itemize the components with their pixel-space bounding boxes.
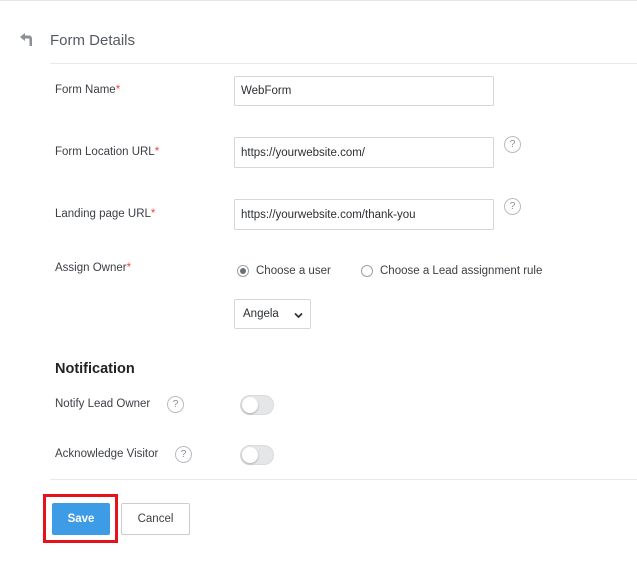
help-icon[interactable]: ? xyxy=(167,396,184,413)
notify-lead-owner-toggle[interactable] xyxy=(240,395,274,415)
footer-divider xyxy=(50,479,637,480)
radio-button-selected[interactable] xyxy=(237,265,249,277)
help-icon[interactable]: ? xyxy=(504,136,521,153)
form-location-url-label: Form Location URL* xyxy=(55,146,159,158)
back-arrow-icon[interactable] xyxy=(17,32,35,48)
radio-choose-user-label: Choose a user xyxy=(256,265,331,277)
owner-select-dropdown[interactable]: Angela xyxy=(234,299,311,329)
radio-lead-assignment-rule-label: Choose a Lead assignment rule xyxy=(380,265,543,277)
landing-page-url-label: Landing page URL* xyxy=(55,208,155,220)
required-mark: * xyxy=(154,146,160,158)
cancel-button[interactable]: Cancel xyxy=(121,503,190,535)
acknowledge-visitor-toggle[interactable] xyxy=(240,445,274,465)
help-icon[interactable]: ? xyxy=(175,446,192,463)
toggle-knob xyxy=(242,397,258,413)
save-button[interactable]: Save xyxy=(52,503,110,535)
page-title: Form Details xyxy=(50,32,136,49)
required-mark: * xyxy=(115,84,121,96)
radio-lead-assignment-rule[interactable]: Choose a Lead assignment rule xyxy=(361,262,542,280)
header-divider xyxy=(50,63,637,64)
radio-button-unselected[interactable] xyxy=(361,265,373,277)
form-location-url-label-text: Form Location URL xyxy=(55,146,155,158)
assign-owner-label: Assign Owner* xyxy=(55,262,131,274)
form-name-label-text: Form Name xyxy=(55,84,116,96)
form-name-input[interactable] xyxy=(234,76,494,106)
chevron-down-icon xyxy=(294,312,303,319)
toggle-knob xyxy=(242,447,258,463)
notification-section-title: Notification xyxy=(55,361,135,377)
notify-lead-owner-label: Notify Lead Owner xyxy=(55,398,151,410)
form-name-label: Form Name* xyxy=(55,84,120,96)
top-border xyxy=(0,0,637,1)
help-icon[interactable]: ? xyxy=(504,198,521,215)
owner-select-value: Angela xyxy=(243,308,279,320)
form-location-url-input[interactable] xyxy=(234,137,494,168)
landing-page-url-label-text: Landing page URL xyxy=(55,208,151,220)
required-mark: * xyxy=(150,208,156,220)
radio-choose-user[interactable]: Choose a user xyxy=(237,262,331,280)
landing-page-url-input[interactable] xyxy=(234,199,494,230)
required-mark: * xyxy=(126,262,132,274)
assign-owner-label-text: Assign Owner xyxy=(55,262,127,274)
acknowledge-visitor-label: Acknowledge Visitor xyxy=(55,448,159,460)
page-header: Form Details xyxy=(0,22,637,62)
